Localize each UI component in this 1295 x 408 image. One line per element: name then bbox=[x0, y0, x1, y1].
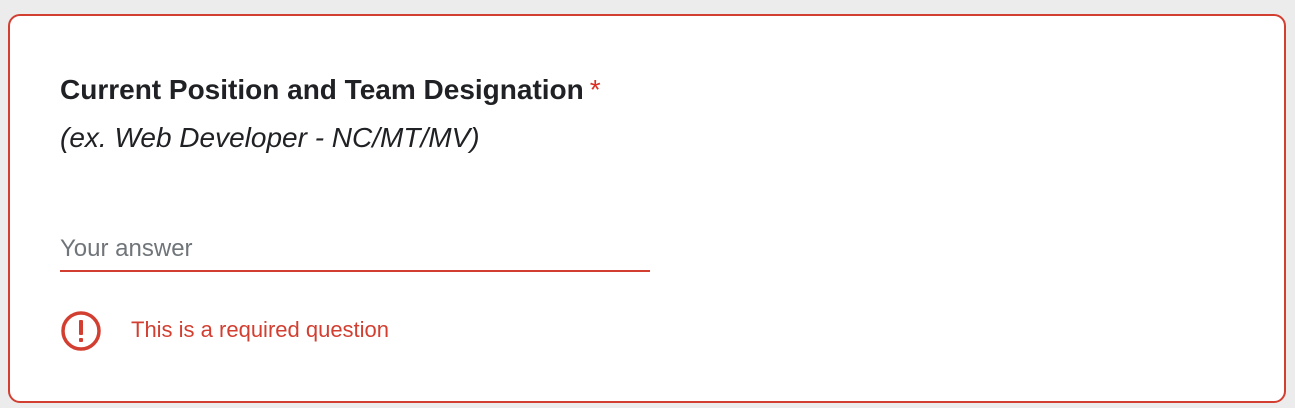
question-card: Current Position and Team Designation * (… bbox=[8, 14, 1286, 403]
question-title: Current Position and Team Designation bbox=[60, 74, 584, 105]
required-asterisk: * bbox=[589, 74, 601, 105]
answer-input[interactable] bbox=[60, 228, 650, 272]
error-exclamation-icon bbox=[61, 311, 101, 351]
question-title-row: Current Position and Team Designation * bbox=[60, 72, 601, 108]
error-message: This is a required question bbox=[131, 317, 390, 342]
question-description: (ex. Web Developer - NC/MT/MV) bbox=[60, 122, 480, 153]
